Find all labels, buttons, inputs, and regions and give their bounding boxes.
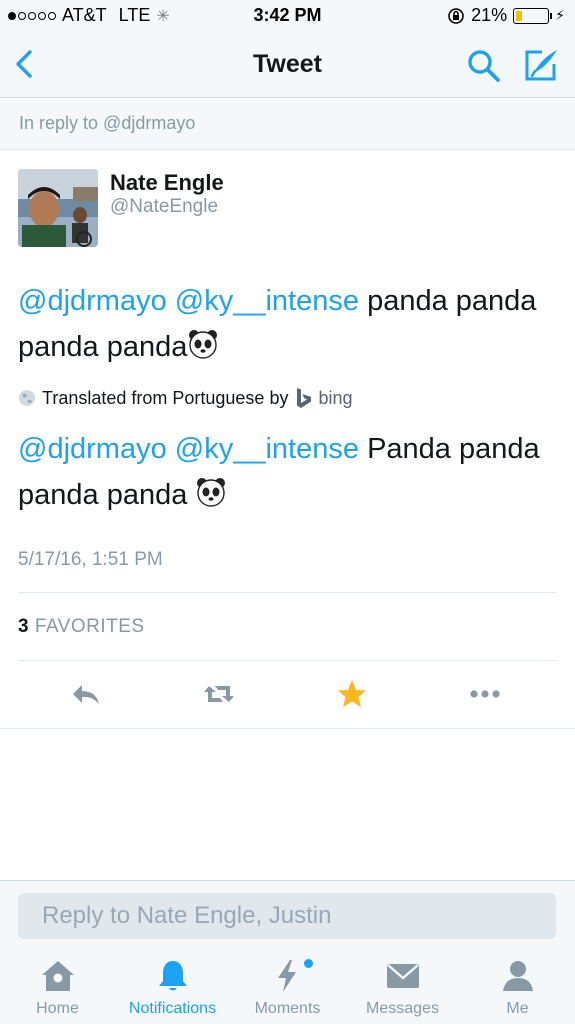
bing-logo: bing — [294, 387, 353, 409]
reply-bar — [0, 880, 575, 944]
reply-icon[interactable] — [68, 676, 104, 712]
tab-me[interactable]: Me — [460, 944, 575, 1024]
status-bar: AT&T LTE ✳ 3:42 PM 21% ⚡ — [0, 0, 575, 32]
in-reply-to-label[interactable]: In reply to @djdrmayo — [0, 99, 575, 150]
tweet-detail: Nate Engle @NateEngle @djdrmayo @ky__int… — [0, 151, 575, 729]
nav-bar: Tweet — [0, 32, 575, 98]
favorites-number: 3 — [18, 616, 30, 637]
panda-emoji-icon — [189, 330, 218, 359]
tweet-timestamp: 5/17/16, 1:51 PM — [18, 549, 163, 570]
divider — [18, 660, 556, 661]
translation-attribution: Translated from Portuguese by bing — [18, 387, 353, 409]
tweet-original-text: @djdrmayo @ky__intense panda panda panda… — [18, 278, 558, 370]
bell-icon — [158, 961, 187, 991]
panda-emoji-icon — [197, 478, 226, 507]
favorites-label: FAVORITES — [34, 616, 145, 637]
new-moments-dot — [304, 959, 313, 968]
home-icon — [41, 961, 74, 991]
lightning-icon — [277, 960, 296, 992]
tab-label: Home — [36, 1000, 79, 1017]
tab-label: Me — [506, 1000, 529, 1017]
tab-moments[interactable]: Moments — [230, 944, 345, 1024]
avatar[interactable] — [18, 169, 98, 247]
envelope-icon — [386, 964, 419, 988]
tab-messages[interactable]: Messages — [345, 944, 460, 1024]
reply-input[interactable] — [18, 893, 556, 939]
translated-label: Translated from Portuguese by — [42, 387, 289, 408]
tab-bar: Home Notifications Moments Messages Me — [0, 944, 575, 1024]
mention-link[interactable]: @djdrmayo — [18, 285, 167, 317]
favorite-star-icon[interactable] — [334, 676, 370, 712]
more-options-icon[interactable] — [467, 676, 503, 712]
author-handle[interactable]: @NateEngle — [110, 196, 218, 218]
mention-link[interactable]: @ky__intense — [175, 285, 359, 317]
tab-label: Notifications — [128, 1000, 217, 1017]
tab-label: Moments — [254, 1000, 321, 1017]
bing-icon — [297, 388, 312, 408]
retweet-icon[interactable] — [201, 676, 237, 712]
battery-percent: 21% — [471, 5, 508, 25]
globe-icon — [19, 390, 35, 406]
tweet-translated-text: @djdrmayo @ky__intense Panda panda panda… — [18, 426, 558, 518]
author-name[interactable]: Nate Engle — [110, 170, 224, 196]
favorites-count[interactable]: 3 FAVORITES — [18, 616, 145, 638]
tab-label: Messages — [366, 1000, 439, 1017]
orientation-lock-icon — [448, 7, 464, 24]
person-icon — [502, 961, 533, 991]
translator-name: bing — [318, 387, 353, 408]
search-icon[interactable] — [466, 48, 502, 84]
compose-tweet-icon[interactable] — [522, 46, 560, 84]
divider — [18, 592, 556, 593]
charging-bolt-icon: ⚡ — [555, 7, 565, 23]
mention-link[interactable]: @djdrmayo — [18, 433, 167, 465]
battery-icon — [513, 7, 553, 24]
tab-notifications[interactable]: Notifications — [115, 944, 230, 1024]
mention-link[interactable]: @ky__intense — [175, 433, 359, 465]
tab-home[interactable]: Home — [0, 944, 115, 1024]
